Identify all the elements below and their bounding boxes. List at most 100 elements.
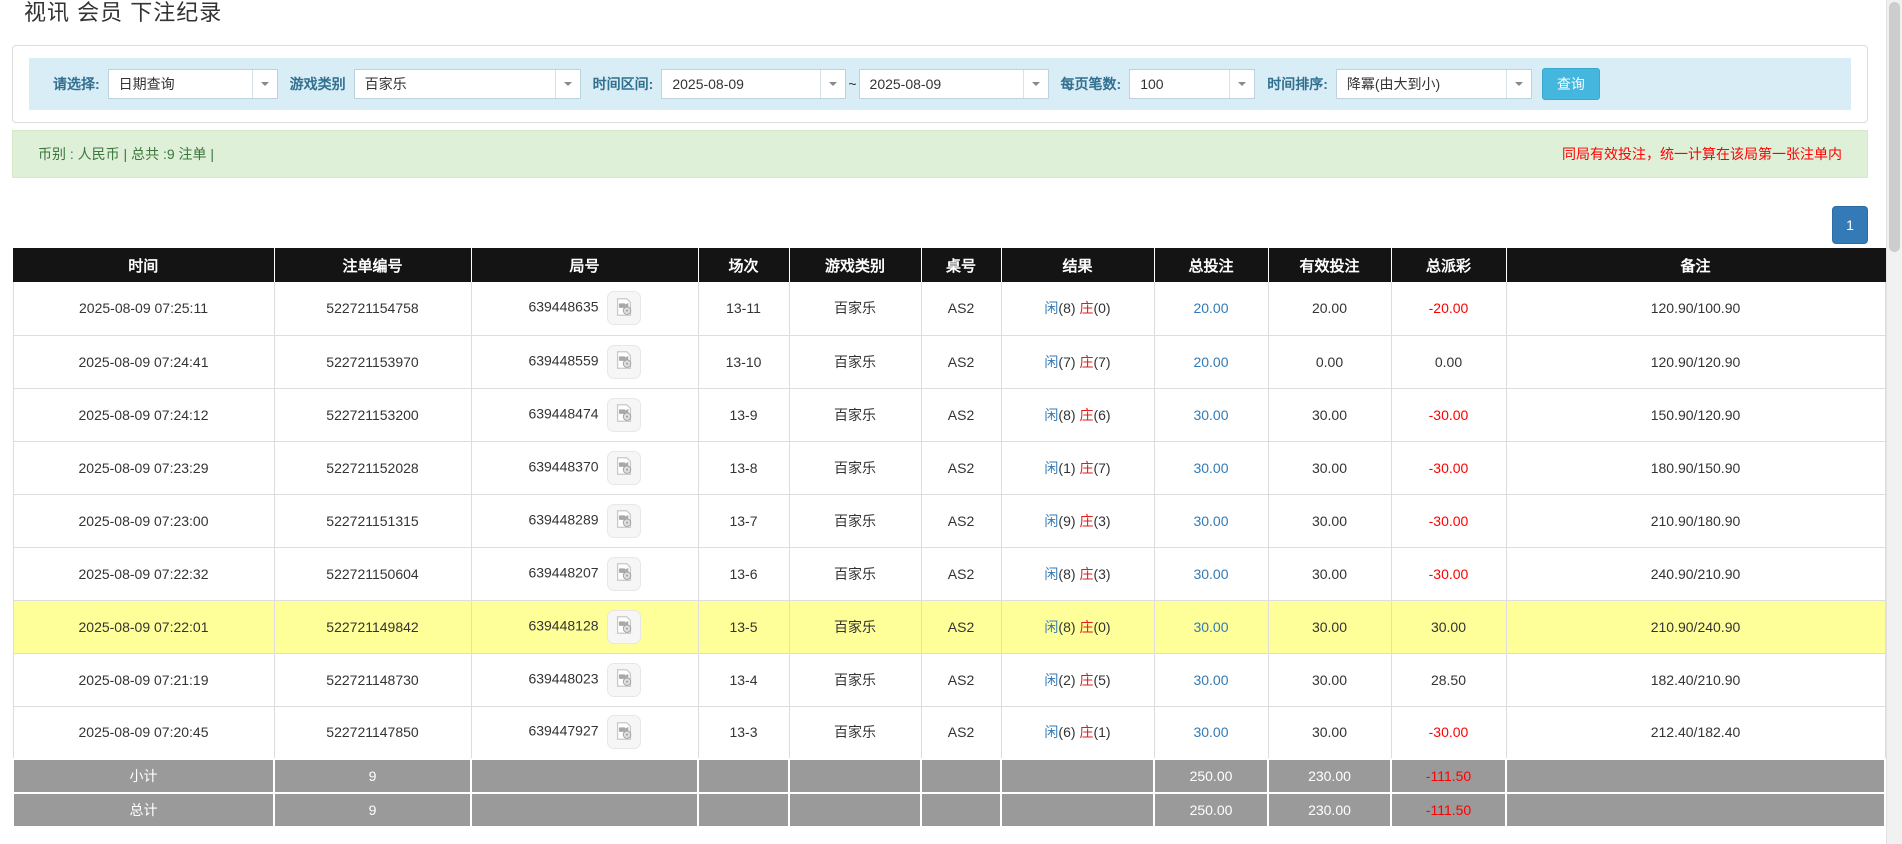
- video-replay-button[interactable]: [607, 345, 641, 379]
- search-button[interactable]: 查询: [1542, 68, 1600, 100]
- cell-table-no: AS2: [921, 282, 1001, 335]
- video-camera-icon: [613, 561, 635, 586]
- cell-time: 2025-08-09 07:23:00: [13, 494, 274, 547]
- cell-time: 2025-08-09 07:23:29: [13, 441, 274, 494]
- banker-score: (0): [1093, 300, 1110, 316]
- cell-session: 13-5: [698, 600, 789, 653]
- column-header: 总派彩: [1391, 248, 1506, 282]
- payout-value: -30.00: [1429, 566, 1469, 582]
- video-camera-icon: [613, 349, 635, 374]
- cell-payout: -30.00: [1391, 706, 1506, 759]
- cell-result: 闲(1) 庄(7): [1001, 441, 1154, 494]
- video-replay-button[interactable]: [607, 610, 641, 644]
- player-score: (8): [1058, 407, 1075, 423]
- cell-result: 闲(8) 庄(6): [1001, 388, 1154, 441]
- cell-game-type: 百家乐: [789, 388, 921, 441]
- scrollbar-thumb[interactable]: [1889, 2, 1900, 252]
- page-size-select[interactable]: 100: [1129, 69, 1255, 99]
- cell-payout: -30.00: [1391, 494, 1506, 547]
- cell-table-no: AS2: [921, 494, 1001, 547]
- cell-round: 639448289: [471, 494, 698, 547]
- player-result: 闲: [1044, 513, 1058, 529]
- cell-session: 13-10: [698, 335, 789, 388]
- cell-game-type: 百家乐: [789, 653, 921, 706]
- cell-valid-bet: 30.00: [1268, 388, 1391, 441]
- subtotal-total-bet: 250.00: [1154, 759, 1268, 793]
- cell-note: 120.90/120.90: [1506, 335, 1885, 388]
- video-replay-button[interactable]: [607, 398, 641, 432]
- banker-score: (7): [1093, 460, 1110, 476]
- video-replay-button[interactable]: [607, 715, 641, 749]
- round-id: 639447927: [528, 723, 598, 739]
- player-result: 闲: [1044, 672, 1058, 688]
- pagination-page-1[interactable]: 1: [1832, 206, 1868, 244]
- banker-score: (6): [1093, 407, 1110, 423]
- cell-bet-id: 522721152028: [274, 441, 471, 494]
- chevron-down-icon: [820, 70, 845, 98]
- cell-payout: 0.00: [1391, 335, 1506, 388]
- cell-payout: -20.00: [1391, 282, 1506, 335]
- sort-order-label: 时间排序:: [1267, 74, 1328, 94]
- cell-game-type: 百家乐: [789, 441, 921, 494]
- video-replay-button[interactable]: [607, 451, 641, 485]
- video-camera-icon: [613, 296, 635, 321]
- sort-order-select[interactable]: 降冪(由大到小): [1336, 69, 1532, 99]
- round-id: 639448289: [528, 511, 598, 527]
- total-bet-link[interactable]: 20.00: [1193, 354, 1228, 370]
- cell-valid-bet: 20.00: [1268, 282, 1391, 335]
- cell-table-no: AS2: [921, 653, 1001, 706]
- cell-valid-bet: 30.00: [1268, 653, 1391, 706]
- game-type-select[interactable]: 百家乐: [354, 69, 581, 99]
- table-row: 2025-08-09 07:23:00522721151315639448289…: [13, 494, 1885, 547]
- cell-round: 639448474: [471, 388, 698, 441]
- query-type-select[interactable]: 日期查询: [108, 69, 278, 99]
- cell-note: 180.90/150.90: [1506, 441, 1885, 494]
- date-to-input[interactable]: 2025-08-09: [859, 69, 1049, 99]
- column-header: 场次: [698, 248, 789, 282]
- total-bet-link[interactable]: 30.00: [1193, 672, 1228, 688]
- payout-value: -20.00: [1429, 300, 1469, 316]
- column-header: 备注: [1506, 248, 1885, 282]
- date-range-label: 时间区间:: [593, 74, 654, 94]
- range-separator: ~: [848, 76, 856, 92]
- total-total-bet: 250.00: [1154, 793, 1268, 827]
- payout-value: 0.00: [1435, 354, 1462, 370]
- cell-session: 13-9: [698, 388, 789, 441]
- cell-total-bet: 20.00: [1154, 282, 1268, 335]
- cell-result: 闲(8) 庄(3): [1001, 547, 1154, 600]
- total-bet-link[interactable]: 30.00: [1193, 513, 1228, 529]
- table-header-row: 时间注单编号局号场次游戏类别桌号结果总投注有效投注总派彩备注: [13, 248, 1885, 282]
- cell-payout: -30.00: [1391, 547, 1506, 600]
- table-row: 2025-08-09 07:21:19522721148730639448023…: [13, 653, 1885, 706]
- cell-time: 2025-08-09 07:20:45: [13, 706, 274, 759]
- video-replay-button[interactable]: [607, 291, 641, 325]
- banker-result: 庄: [1079, 407, 1093, 423]
- video-replay-button[interactable]: [607, 557, 641, 591]
- empty-cell: [471, 793, 698, 827]
- date-from-input[interactable]: 2025-08-09: [661, 69, 846, 99]
- total-bet-link[interactable]: 30.00: [1193, 460, 1228, 476]
- payout-value: -30.00: [1429, 460, 1469, 476]
- total-bet-link[interactable]: 20.00: [1193, 300, 1228, 316]
- video-replay-button[interactable]: [607, 663, 641, 697]
- subtotal-payout: -111.50: [1391, 759, 1506, 793]
- video-replay-button[interactable]: [607, 504, 641, 538]
- cell-total-bet: 30.00: [1154, 441, 1268, 494]
- banker-result: 庄: [1079, 513, 1093, 529]
- column-header: 游戏类别: [789, 248, 921, 282]
- table-row: 2025-08-09 07:23:29522721152028639448370…: [13, 441, 1885, 494]
- total-bet-link[interactable]: 30.00: [1193, 619, 1228, 635]
- table-row: 2025-08-09 07:22:01522721149842639448128…: [13, 600, 1885, 653]
- total-bet-link[interactable]: 30.00: [1193, 407, 1228, 423]
- banker-result: 庄: [1079, 566, 1093, 582]
- cell-result: 闲(8) 庄(0): [1001, 282, 1154, 335]
- total-bet-link[interactable]: 30.00: [1193, 566, 1228, 582]
- total-count: 9: [274, 793, 471, 827]
- cell-time: 2025-08-09 07:24:41: [13, 335, 274, 388]
- cell-bet-id: 522721154758: [274, 282, 471, 335]
- cell-session: 13-3: [698, 706, 789, 759]
- vertical-scrollbar[interactable]: [1886, 0, 1902, 844]
- total-bet-link[interactable]: 30.00: [1193, 724, 1228, 740]
- column-header: 注单编号: [274, 248, 471, 282]
- player-score: (2): [1058, 672, 1075, 688]
